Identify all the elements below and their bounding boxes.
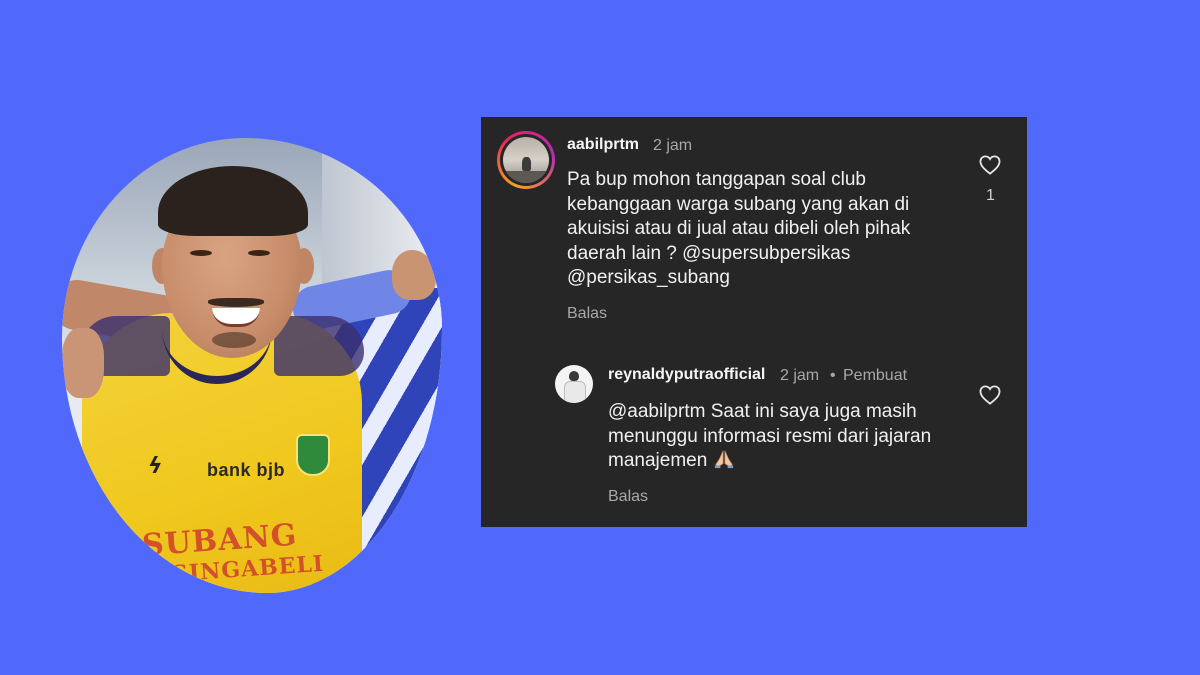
- avatar-figure: [522, 157, 531, 171]
- jersey-brand-logo: ϟ: [148, 454, 163, 479]
- mustache: [208, 298, 264, 307]
- page: ϟ bank bjb SUBANG SINGABELI aabilprtm 2 …: [0, 0, 1200, 675]
- jersey-sponsor: bank bjb: [207, 460, 286, 480]
- hand-left: [62, 328, 104, 398]
- like-count[interactable]: 1: [986, 187, 995, 205]
- story-ring[interactable]: [497, 131, 555, 189]
- avatar-ground: [503, 171, 549, 183]
- heart-outline-icon[interactable]: [979, 155, 1001, 175]
- creator-badge: Pembuat: [843, 367, 908, 384]
- separator-dot: •: [830, 367, 836, 384]
- reply-button[interactable]: Balas: [608, 488, 648, 506]
- avatar: [503, 137, 549, 183]
- eye-left: [190, 250, 212, 256]
- comment-username[interactable]: aabilprtm: [567, 136, 639, 154]
- avatar-ring-gap: [500, 134, 552, 186]
- jersey-crest-icon: [296, 434, 330, 476]
- reply-text: @aabilprtm Saat ini saya juga masih menu…: [608, 401, 932, 471]
- eye-right: [248, 250, 270, 256]
- comment-text: Pa bup mohon tanggapan soal club kebangg…: [567, 169, 911, 288]
- hair: [158, 166, 308, 236]
- avatar[interactable]: [555, 365, 593, 403]
- reply-username[interactable]: reynaldyputraofficial: [608, 366, 765, 384]
- avatar-body: [564, 381, 586, 403]
- jersey-shoulder-right: [274, 316, 364, 376]
- folded-hands-icon: [715, 450, 734, 469]
- profile-photo: ϟ bank bjb SUBANG SINGABELI: [62, 138, 442, 593]
- reply-text-container: @aabilprtm Saat ini saya juga masih menu…: [608, 400, 958, 474]
- heart-outline-icon[interactable]: [979, 385, 1001, 405]
- comment-timestamp: 2 jam: [653, 137, 693, 154]
- comment-card: aabilprtm 2 jam Pa bup mohon tanggapan s…: [481, 117, 1027, 527]
- reply-button[interactable]: Balas: [567, 305, 607, 323]
- reply-timestamp: 2 jam: [780, 367, 820, 384]
- avatar-head: [569, 371, 579, 381]
- beard: [212, 332, 256, 348]
